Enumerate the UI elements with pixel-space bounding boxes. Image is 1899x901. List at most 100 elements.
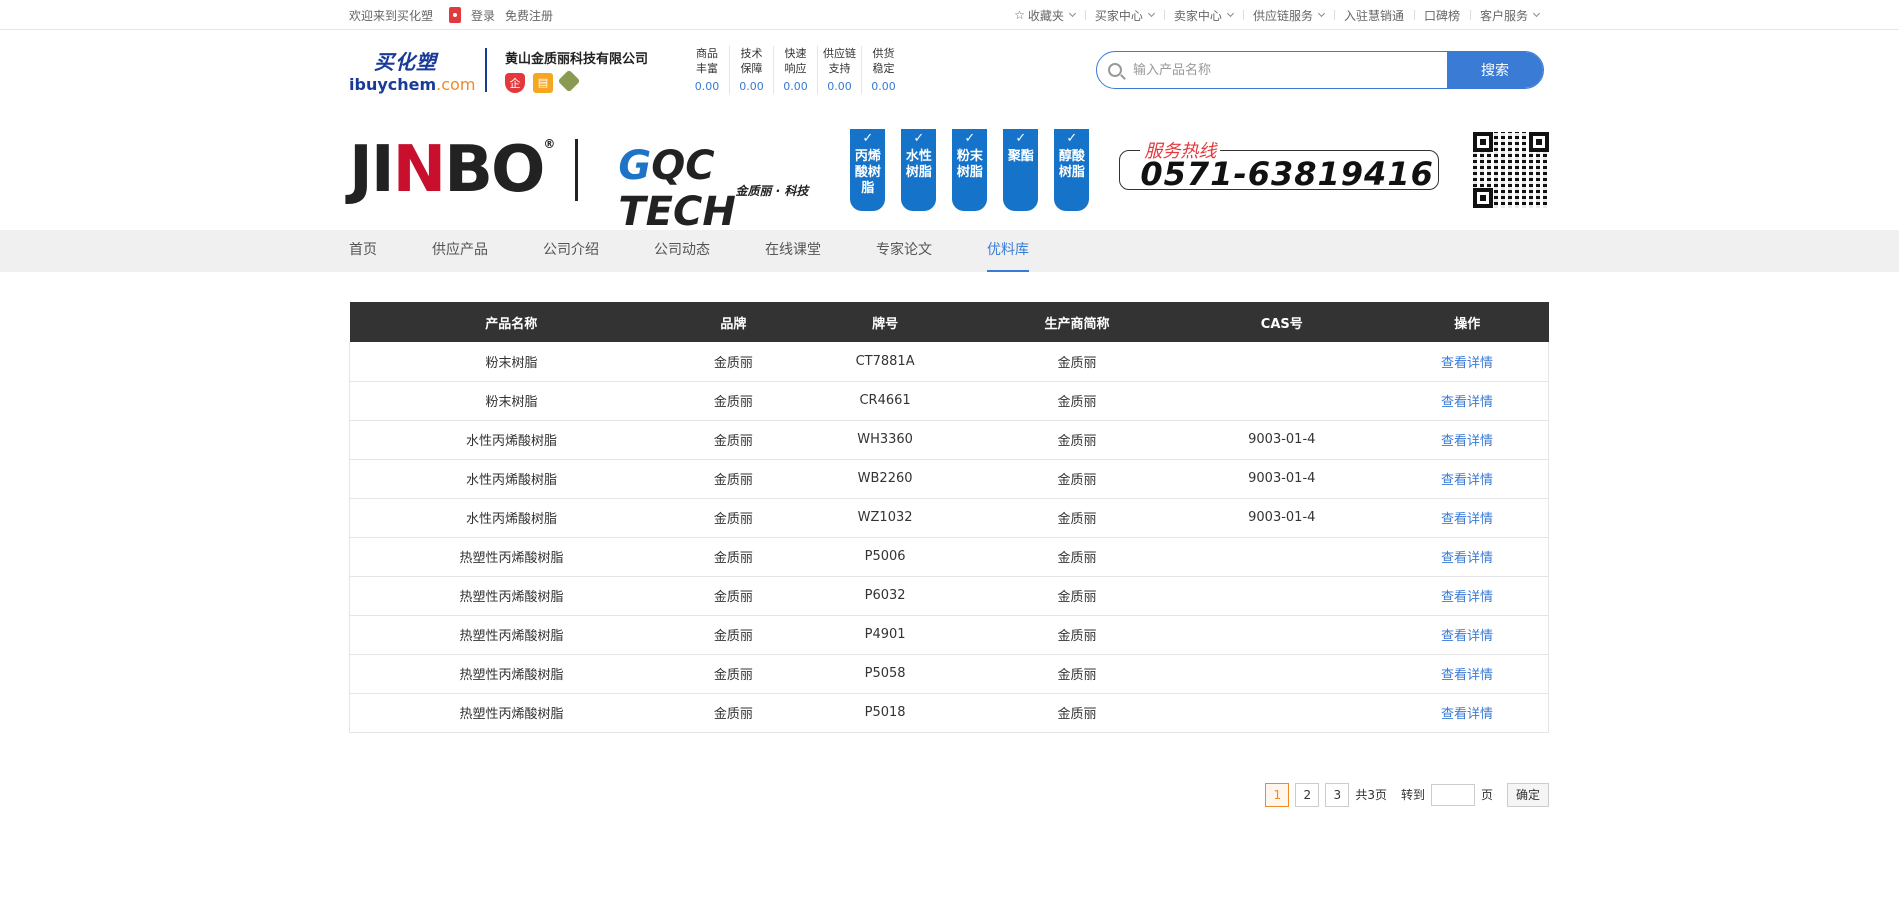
favorites-menu[interactable]: ☆ 收藏夹 [1004, 7, 1085, 24]
chevron-down-icon [1317, 9, 1325, 18]
nav-item-home[interactable]: 首页 [349, 230, 377, 272]
view-details-link[interactable]: 查看详情 [1441, 668, 1493, 683]
nav-item-about[interactable]: 公司介绍 [543, 230, 599, 272]
table-cell: CR4661 [793, 381, 977, 421]
table-cell: WZ1032 [793, 498, 977, 538]
table-cell: 水性丙烯酸树脂 [349, 498, 674, 538]
goto-page-input[interactable] [1430, 783, 1475, 806]
table-cell: 金质丽 [976, 576, 1178, 616]
table-cell: 热塑性丙烯酸树脂 [349, 615, 674, 655]
table-cell: 水性丙烯酸树脂 [349, 420, 674, 460]
nav-item-news[interactable]: 公司动态 [654, 230, 710, 272]
seller-center-menu[interactable]: 卖家中心 [1163, 7, 1243, 24]
table-cell-action: 查看详情 [1385, 537, 1549, 577]
table-cell: P5018 [793, 693, 977, 733]
product-tag: 粉末树脂 [952, 129, 988, 211]
enterprise-badge-icon: 企 [505, 72, 525, 93]
table-row: 粉末树脂 金质丽 CT7881A 金质丽 查看详情 [349, 342, 1549, 382]
login-link[interactable]: 登录 [471, 7, 495, 24]
column-header: 牌号 [793, 302, 977, 342]
customer-service-menu[interactable]: 客户服务 [1469, 7, 1549, 24]
table-cell [1177, 342, 1386, 382]
table-cell: 金质丽 [976, 420, 1178, 460]
table-cell: P6032 [793, 576, 977, 616]
table-cell [1177, 381, 1386, 421]
product-tag: 聚酯 [1003, 129, 1039, 211]
table-cell-action: 查看详情 [1385, 498, 1549, 538]
mobile-icon[interactable] [449, 7, 462, 23]
table-cell: P5006 [793, 537, 977, 577]
product-tag: 醇酸树脂 [1054, 129, 1090, 211]
chevron-down-icon [1226, 9, 1234, 18]
table-cell: 金质丽 [976, 459, 1178, 499]
table-cell: 金质丽 [673, 342, 794, 382]
view-details-link[interactable]: 查看详情 [1441, 590, 1493, 605]
table-cell: 金质丽 [673, 654, 794, 694]
table-cell: P4901 [793, 615, 977, 655]
page-button[interactable]: 2 [1295, 782, 1320, 807]
table-cell-action: 查看详情 [1385, 420, 1549, 460]
view-details-link[interactable]: 查看详情 [1441, 473, 1493, 488]
table-row: 粉末树脂 金质丽 CR4661 金质丽 查看详情 [349, 381, 1549, 421]
ranking-link[interactable]: 口碑榜 [1413, 7, 1470, 24]
table-cell-action: 查看详情 [1385, 615, 1549, 655]
table-cell-action: 查看详情 [1385, 381, 1549, 421]
table-cell: 金质丽 [673, 576, 794, 616]
product-tag: 水性树脂 [901, 129, 937, 211]
page-button[interactable]: 1 [1265, 782, 1290, 807]
table-cell: 热塑性丙烯酸树脂 [349, 654, 674, 694]
view-details-link[interactable]: 查看详情 [1441, 512, 1493, 527]
table-cell: 热塑性丙烯酸树脂 [349, 537, 674, 577]
table-cell: 热塑性丙烯酸树脂 [349, 576, 674, 616]
table-cell: 金质丽 [673, 693, 794, 733]
product-tag: 丙烯酸树脂 [850, 129, 886, 211]
view-details-link[interactable]: 查看详情 [1441, 551, 1493, 566]
chevron-down-icon [1532, 9, 1541, 18]
view-details-link[interactable]: 查看详情 [1441, 434, 1493, 449]
shop-nav: 首页 供应产品 公司介绍 公司动态 在线课堂 专家论文 优料库 [0, 230, 1899, 272]
stat-item: 供应链 支持 0.00 [817, 46, 861, 94]
table-row: 水性丙烯酸树脂 金质丽 WH3360 金质丽 9003-01-4 查看详情 [349, 420, 1549, 460]
site-logo[interactable]: 买化塑 ibuychem.com [349, 45, 479, 95]
main-content: 产品名称 品牌 牌号 生产商简称 CAS号 操作 粉末树脂 金质丽 CT7881A 金… [0, 272, 1899, 807]
nav-item-classroom[interactable]: 在线课堂 [765, 230, 821, 272]
table-row: 水性丙烯酸树脂 金质丽 WB2260 金质丽 9003-01-4 查看详情 [349, 459, 1549, 499]
table-cell: 金质丽 [976, 615, 1178, 655]
table-row: 热塑性丙烯酸树脂 金质丽 P5018 金质丽 查看详情 [349, 693, 1549, 733]
table-cell: 金质丽 [976, 498, 1178, 538]
table-cell: 金质丽 [976, 381, 1178, 421]
table-cell: 9003-01-4 [1177, 498, 1386, 538]
column-header: 产品名称 [349, 302, 674, 342]
register-link[interactable]: 免费注册 [505, 7, 553, 24]
header: 买化塑 ibuychem.com 黄山金质丽科技有限公司 企 ▤ 商品 丰富 0.0… [0, 30, 1899, 110]
hotline-number: 0571-63819416 [1140, 155, 1434, 193]
stat-item: 商品 丰富 0.00 [694, 47, 720, 93]
service-hotline: 服务热线 0571-63819416 [1119, 137, 1440, 193]
view-details-link[interactable]: 查看详情 [1441, 356, 1493, 371]
search-button[interactable]: 搜索 [1447, 52, 1543, 88]
stat-item: 供货 稳定 0.00 [861, 46, 905, 94]
view-details-link[interactable]: 查看详情 [1441, 395, 1493, 410]
join-link[interactable]: 入驻慧销通 [1333, 7, 1414, 24]
stat-item: 快速 响应 0.00 [773, 46, 817, 94]
nav-item-papers[interactable]: 专家论文 [876, 230, 932, 272]
search-input[interactable] [1133, 52, 1447, 88]
supply-chain-menu[interactable]: 供应链服务 [1242, 7, 1334, 24]
company-name: 黄山金质丽科技有限公司 [505, 51, 649, 67]
table-cell [1177, 576, 1386, 616]
table-cell-action: 查看详情 [1385, 693, 1549, 733]
nav-item-material-library[interactable]: 优料库 [987, 230, 1029, 272]
buyer-center-menu[interactable]: 买家中心 [1084, 7, 1164, 24]
table-row: 热塑性丙烯酸树脂 金质丽 P5058 金质丽 查看详情 [349, 654, 1549, 694]
view-details-link[interactable]: 查看详情 [1441, 707, 1493, 722]
page-button[interactable]: 3 [1325, 782, 1350, 807]
confirm-button[interactable]: 确定 [1506, 782, 1549, 807]
column-header: 品牌 [673, 302, 794, 342]
divider [485, 48, 487, 92]
view-details-link[interactable]: 查看详情 [1441, 629, 1493, 644]
table-cell-action: 查看详情 [1385, 576, 1549, 616]
table-cell: 金质丽 [673, 459, 794, 499]
pagination: 1 2 3 共3页 转到 页 确定 [349, 782, 1549, 807]
search-icon [1097, 52, 1133, 88]
nav-item-products[interactable]: 供应产品 [432, 230, 488, 272]
